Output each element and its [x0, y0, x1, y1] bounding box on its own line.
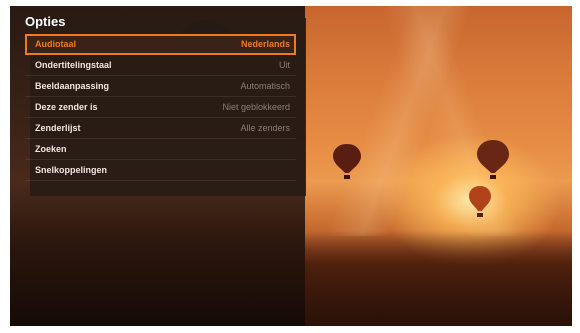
- menu-item-label: Zoeken: [35, 144, 67, 154]
- menu-item-ondertitelingstaal[interactable]: Ondertitelingstaal Uit: [25, 55, 296, 76]
- menu-item-zender-blokkering[interactable]: Deze zender is Niet geblokkeerd: [25, 97, 296, 118]
- menu-item-zoeken[interactable]: Zoeken: [25, 139, 296, 160]
- menu-item-label: Audiotaal: [35, 39, 77, 49]
- hot-air-balloon: [469, 186, 491, 217]
- menu-item-label: Deze zender is: [35, 102, 98, 112]
- background-video-frame: [305, 6, 572, 326]
- menu-item-beeldaanpassing[interactable]: Beeldaanpassing Automatisch: [25, 76, 296, 97]
- menu-item-label: Ondertitelingstaal: [35, 60, 112, 70]
- sun-rays: [305, 6, 572, 236]
- temple-silhouettes: [305, 231, 572, 326]
- menu-item-audiotaal[interactable]: Audiotaal Nederlands: [25, 34, 296, 55]
- menu-item-snelkoppelingen[interactable]: Snelkoppelingen: [25, 160, 296, 181]
- menu-item-label: Beeldaanpassing: [35, 81, 110, 91]
- menu-item-value: Alle zenders: [240, 123, 290, 133]
- menu-item-value: Automatisch: [240, 81, 290, 91]
- hot-air-balloon: [333, 144, 361, 179]
- menu-item-value: Uit: [279, 60, 290, 70]
- panel-title: Opties: [25, 14, 66, 29]
- options-menu: Audiotaal Nederlands Ondertitelingstaal …: [25, 34, 296, 181]
- menu-item-zenderlijst[interactable]: Zenderlijst Alle zenders: [25, 118, 296, 139]
- hot-air-balloon: [477, 140, 509, 179]
- menu-item-value: Nederlands: [240, 39, 290, 49]
- menu-item-value: Niet geblokkeerd: [222, 102, 290, 112]
- menu-item-label: Snelkoppelingen: [35, 165, 108, 175]
- menu-item-label: Zenderlijst: [35, 123, 81, 133]
